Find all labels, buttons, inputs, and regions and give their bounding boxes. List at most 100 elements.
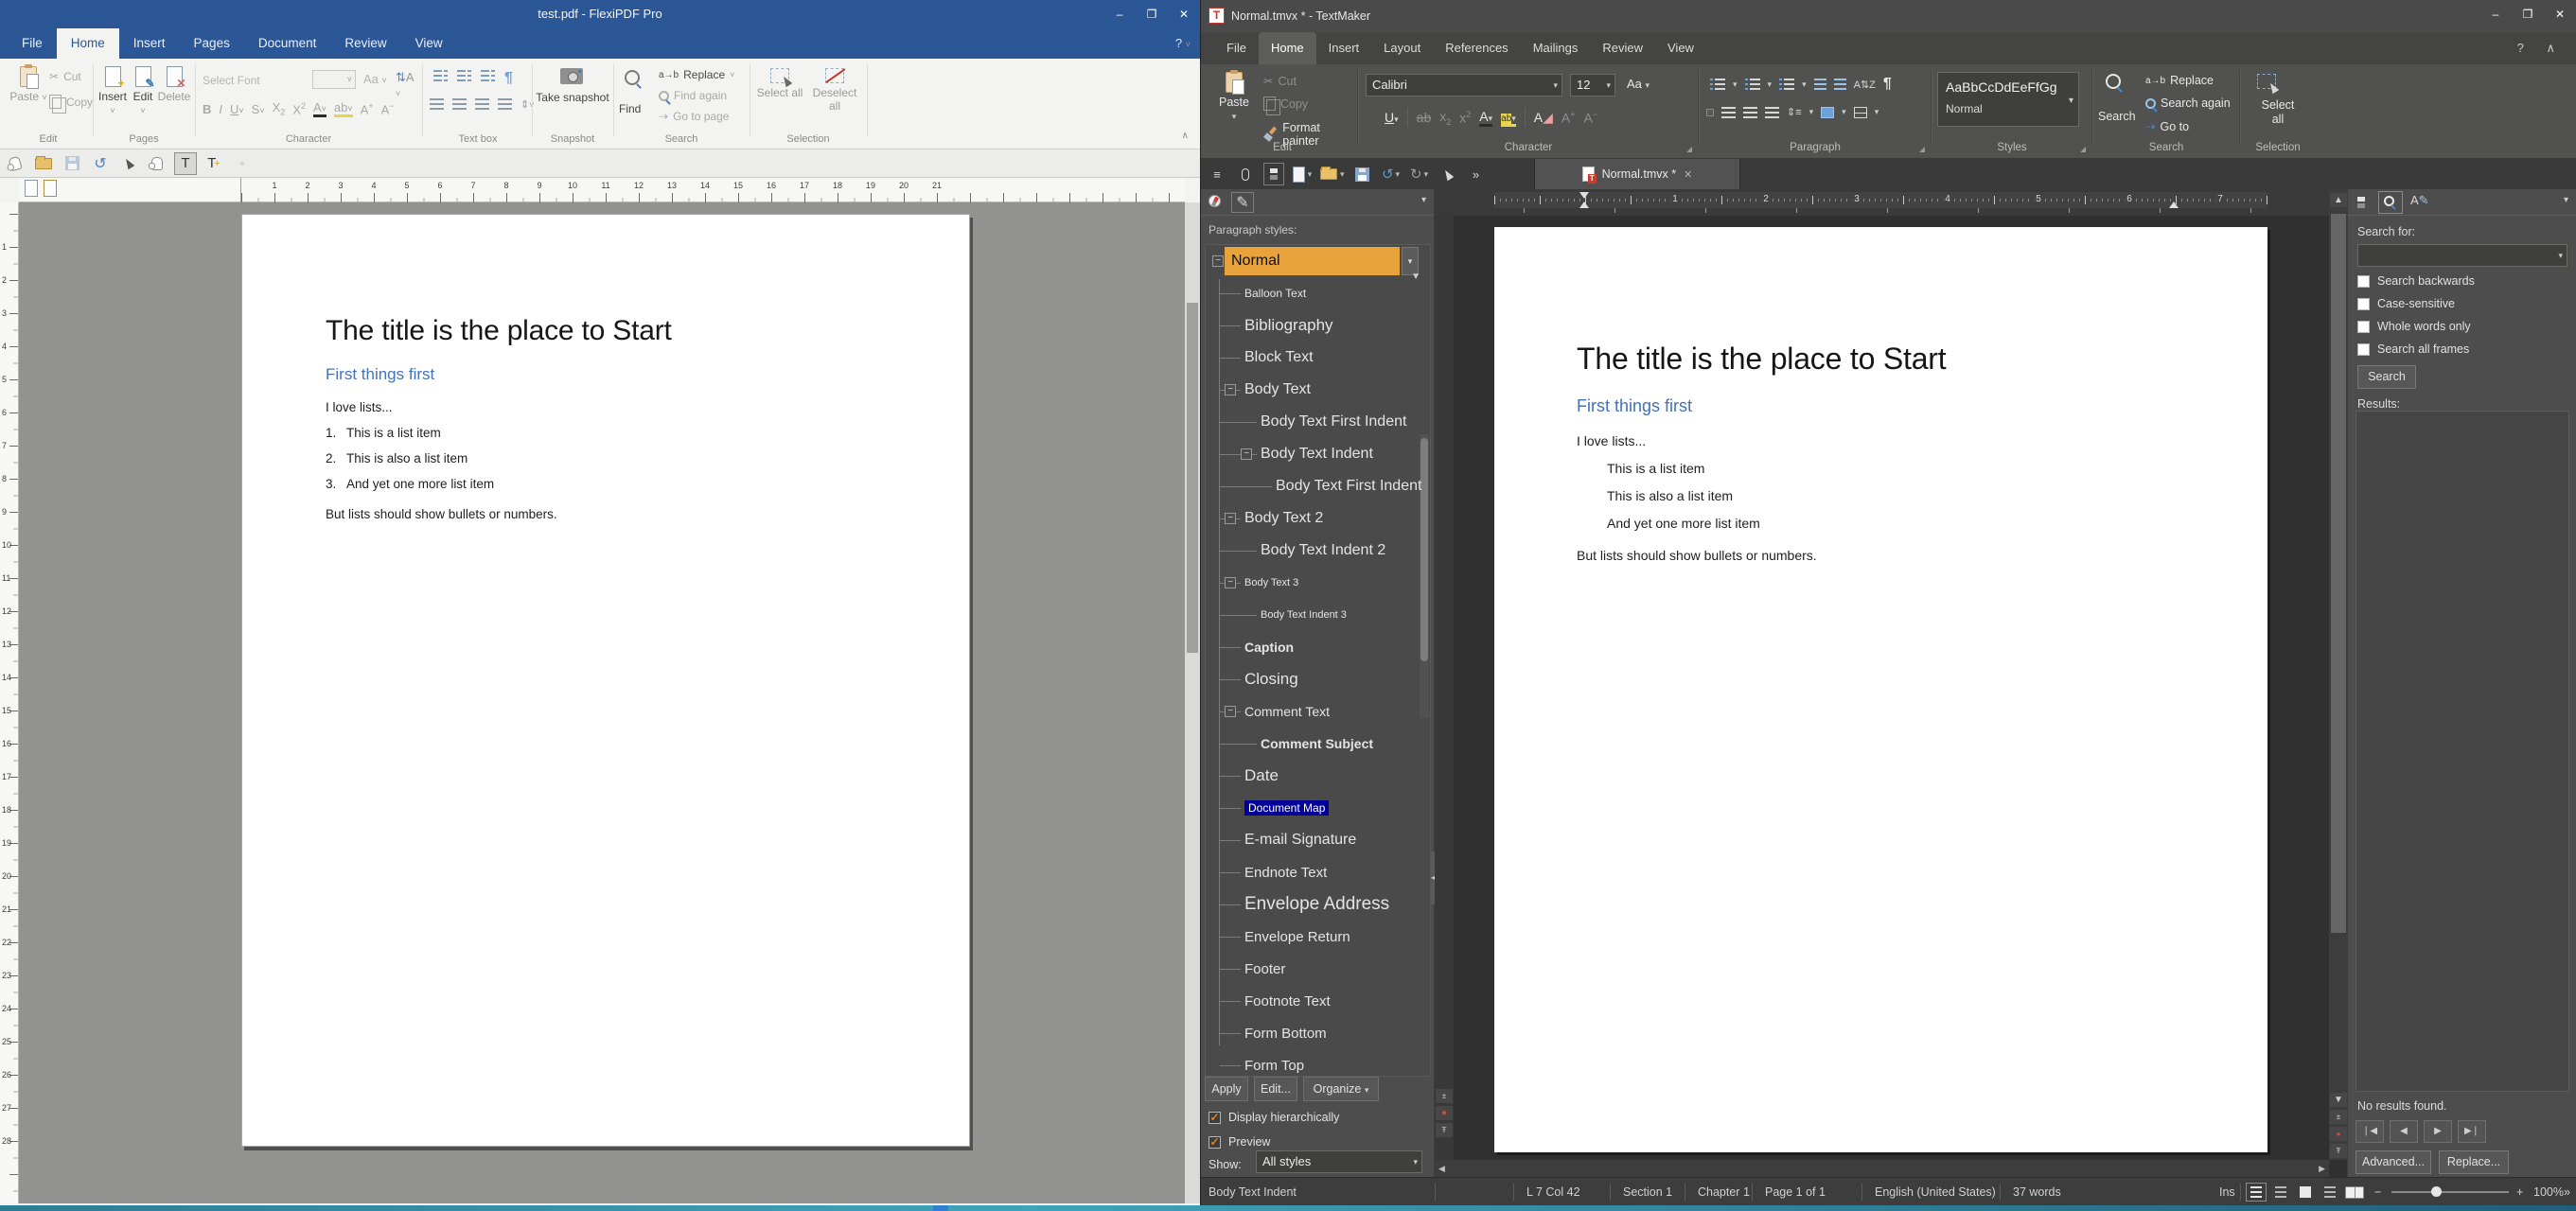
flexipdf-tab-document[interactable]: Document <box>244 28 331 59</box>
font-size-combo[interactable]: 12▾ <box>1570 74 1615 97</box>
view-standard-button[interactable] <box>2246 1183 2267 1202</box>
zoom-out-button[interactable]: − <box>2374 1178 2381 1205</box>
align-center-icon[interactable] <box>1721 107 1736 118</box>
pdf-page[interactable]: The title is the place to Start First th… <box>241 214 970 1147</box>
browse-object-button[interactable]: ● <box>2330 1127 2347 1141</box>
style-item-bibliography[interactable]: Bibliography <box>1206 309 1430 342</box>
view-outline-button[interactable] <box>2320 1183 2340 1202</box>
paragraph-dialog-launcher[interactable] <box>1919 147 1925 152</box>
scroll-left-icon[interactable]: ◀ <box>1438 1160 1445 1177</box>
character-format-tab-button[interactable]: A✎ <box>2410 193 2429 208</box>
style-item-body-text-3[interactable]: −Body Text 3 <box>1206 567 1430 599</box>
doc-tab-close-icon[interactable]: ✕ <box>1684 168 1692 181</box>
tree-scrollbar-thumb[interactable] <box>1420 438 1428 661</box>
status-item[interactable]: Chapter 1 <box>1698 1178 1750 1205</box>
style-item-envelope-address[interactable]: Envelope Address <box>1206 888 1430 921</box>
navigation-compass-icon[interactable] <box>1209 195 1221 207</box>
result-first-button[interactable]: ❘◀ <box>2355 1120 2384 1143</box>
next-object-mini-icon[interactable]: Ŧ <box>1436 1123 1453 1137</box>
numbered-list-icon[interactable] <box>1745 79 1760 90</box>
flexipdf-tab-file[interactable]: File <box>8 28 57 59</box>
style-item-document-map[interactable]: Document Map <box>1206 792 1430 824</box>
style-item-caption[interactable]: Caption <box>1206 631 1430 663</box>
underline-button[interactable]: U˅ <box>230 102 244 116</box>
style-item-body-text-2[interactable]: −Body Text 2 <box>1206 502 1430 535</box>
flexipdf-tab-insert[interactable]: Insert <box>119 28 180 59</box>
result-next-button[interactable]: ▶ <box>2424 1120 2452 1143</box>
search-option-case-sensitive[interactable]: Case-sensitive <box>2357 297 2455 310</box>
maximize-button[interactable]: ❐ <box>2512 0 2544 28</box>
flexipdf-help-button[interactable]: ? ˅ <box>1175 28 1191 59</box>
maximize-button[interactable]: ❐ <box>1136 0 1168 28</box>
style-item-body-text[interactable]: −Body Text <box>1206 374 1430 406</box>
delete-page-button[interactable]: ✕ Delete <box>157 66 191 103</box>
search-results-list[interactable] <box>2355 411 2569 1092</box>
redo-button[interactable]: ↻▾ <box>1409 163 1430 185</box>
align-left-button[interactable] <box>1706 109 1714 116</box>
flexipdf-tab-pages[interactable]: Pages <box>180 28 244 59</box>
result-last-button[interactable]: ▶❘ <box>2458 1120 2486 1143</box>
tree-collapse-box[interactable]: − <box>1241 448 1252 460</box>
textmaker-tab-review[interactable]: Review <box>1590 32 1655 64</box>
textmaker-tab-file[interactable]: File <box>1214 32 1259 64</box>
style-item-body-text-first-indent[interactable]: Body Text First Indent <box>1206 470 1430 502</box>
status-item[interactable]: Section 1 <box>1623 1178 1672 1205</box>
zoom-slider-handle[interactable] <box>2431 1186 2442 1197</box>
pointer-button[interactable] <box>1438 163 1458 185</box>
tree-collapse-box[interactable]: − <box>1225 577 1236 588</box>
copy-button[interactable]: Copy <box>49 95 93 109</box>
pan-tool-button[interactable] <box>4 152 26 175</box>
sidebar-menu-dropdown[interactable]: ▾ <box>1421 195 1426 205</box>
change-case-button[interactable]: Aa ▾ <box>1627 77 1650 91</box>
style-item-balloon-text[interactable]: Balloon Text <box>1206 277 1430 309</box>
textmaker-tab-mailings[interactable]: Mailings <box>1521 32 1591 64</box>
zoom-level[interactable]: 100% <box>2533 1178 2564 1205</box>
cut-button[interactable]: ✂Cut <box>49 70 81 83</box>
styles-dropdown-icon[interactable]: ▾ <box>2069 96 2073 106</box>
panel-list-icon[interactable] <box>2357 197 2365 208</box>
pen-tool-icon[interactable]: ✎ <box>1231 192 1254 213</box>
view-book-button[interactable] <box>2344 1183 2365 1202</box>
search-tab-button[interactable] <box>2378 191 2403 214</box>
status-insert-mode[interactable]: Ins <box>2219 1178 2235 1205</box>
sidebar-toggle-button[interactable] <box>1263 163 1284 185</box>
bold-button[interactable]: B <box>203 102 211 116</box>
style-item-closing[interactable]: Closing <box>1206 663 1430 695</box>
close-button[interactable]: ✕ <box>1168 0 1200 28</box>
touch-mode-button[interactable] <box>1235 163 1256 185</box>
replace-button[interactable]: a→bReplace <box>2145 74 2214 87</box>
right-indent-marker[interactable] <box>2169 202 2179 208</box>
scroll-right-icon[interactable]: ▶ <box>2319 1160 2325 1177</box>
prev-object-mini-icon[interactable]: ± <box>1436 1089 1453 1103</box>
undo-button[interactable]: ↺▾ <box>1381 163 1402 185</box>
menu-button[interactable]: ≡ <box>1207 163 1227 185</box>
align-right-icon[interactable] <box>1743 107 1757 118</box>
replace-button[interactable]: a→bReplace˅ <box>659 68 734 81</box>
next-object-button[interactable]: Ŧ <box>2330 1144 2347 1158</box>
search-button[interactable]: Search <box>2098 110 2136 123</box>
font-name-combo[interactable]: Calibri▾ <box>1366 74 1562 97</box>
search-option-search-all-frames[interactable]: Search all frames <box>2357 342 2469 356</box>
flexipdf-tab-review[interactable]: Review <box>330 28 400 59</box>
flexipdf-document-area[interactable]: The title is the place to Start First th… <box>19 202 1185 1203</box>
select-all-button[interactable]: Select all <box>755 68 804 99</box>
text-direction-button[interactable]: ⇅A ˅ <box>396 70 418 99</box>
left-indent-marker[interactable] <box>1579 202 1589 208</box>
go-to-page-button[interactable]: ⇢Go to page <box>659 110 729 123</box>
style-item-endnote-text[interactable]: Endnote Text <box>1206 856 1430 888</box>
highlight-button[interactable]: ab˅ <box>334 100 353 117</box>
search-option-whole-words-only[interactable]: Whole words only <box>2357 320 2471 333</box>
search-for-input[interactable]: ▾ <box>2357 244 2567 267</box>
paste-button[interactable]: Paste ˅ <box>8 66 49 103</box>
scrollbar-thumb[interactable] <box>1187 303 1198 653</box>
search-submit-button[interactable]: Search <box>2357 365 2416 389</box>
textmaker-tab-home[interactable]: Home <box>1259 32 1316 64</box>
zoom-slider-track[interactable] <box>2391 1191 2509 1193</box>
undo-button[interactable]: ↺ <box>89 152 112 175</box>
edit-style-button[interactable]: Edit... <box>1254 1077 1297 1101</box>
clear-formatting-button[interactable]: A◢ <box>1534 110 1553 126</box>
style-item-body-text-first-indent[interactable]: Body Text First Indent <box>1206 406 1430 438</box>
close-button[interactable]: ✕ <box>2544 0 2576 28</box>
collapse-ribbon-button[interactable]: ∧ <box>1182 131 1189 141</box>
edit-page-button[interactable]: ✎ Edit˅ <box>129 66 157 116</box>
